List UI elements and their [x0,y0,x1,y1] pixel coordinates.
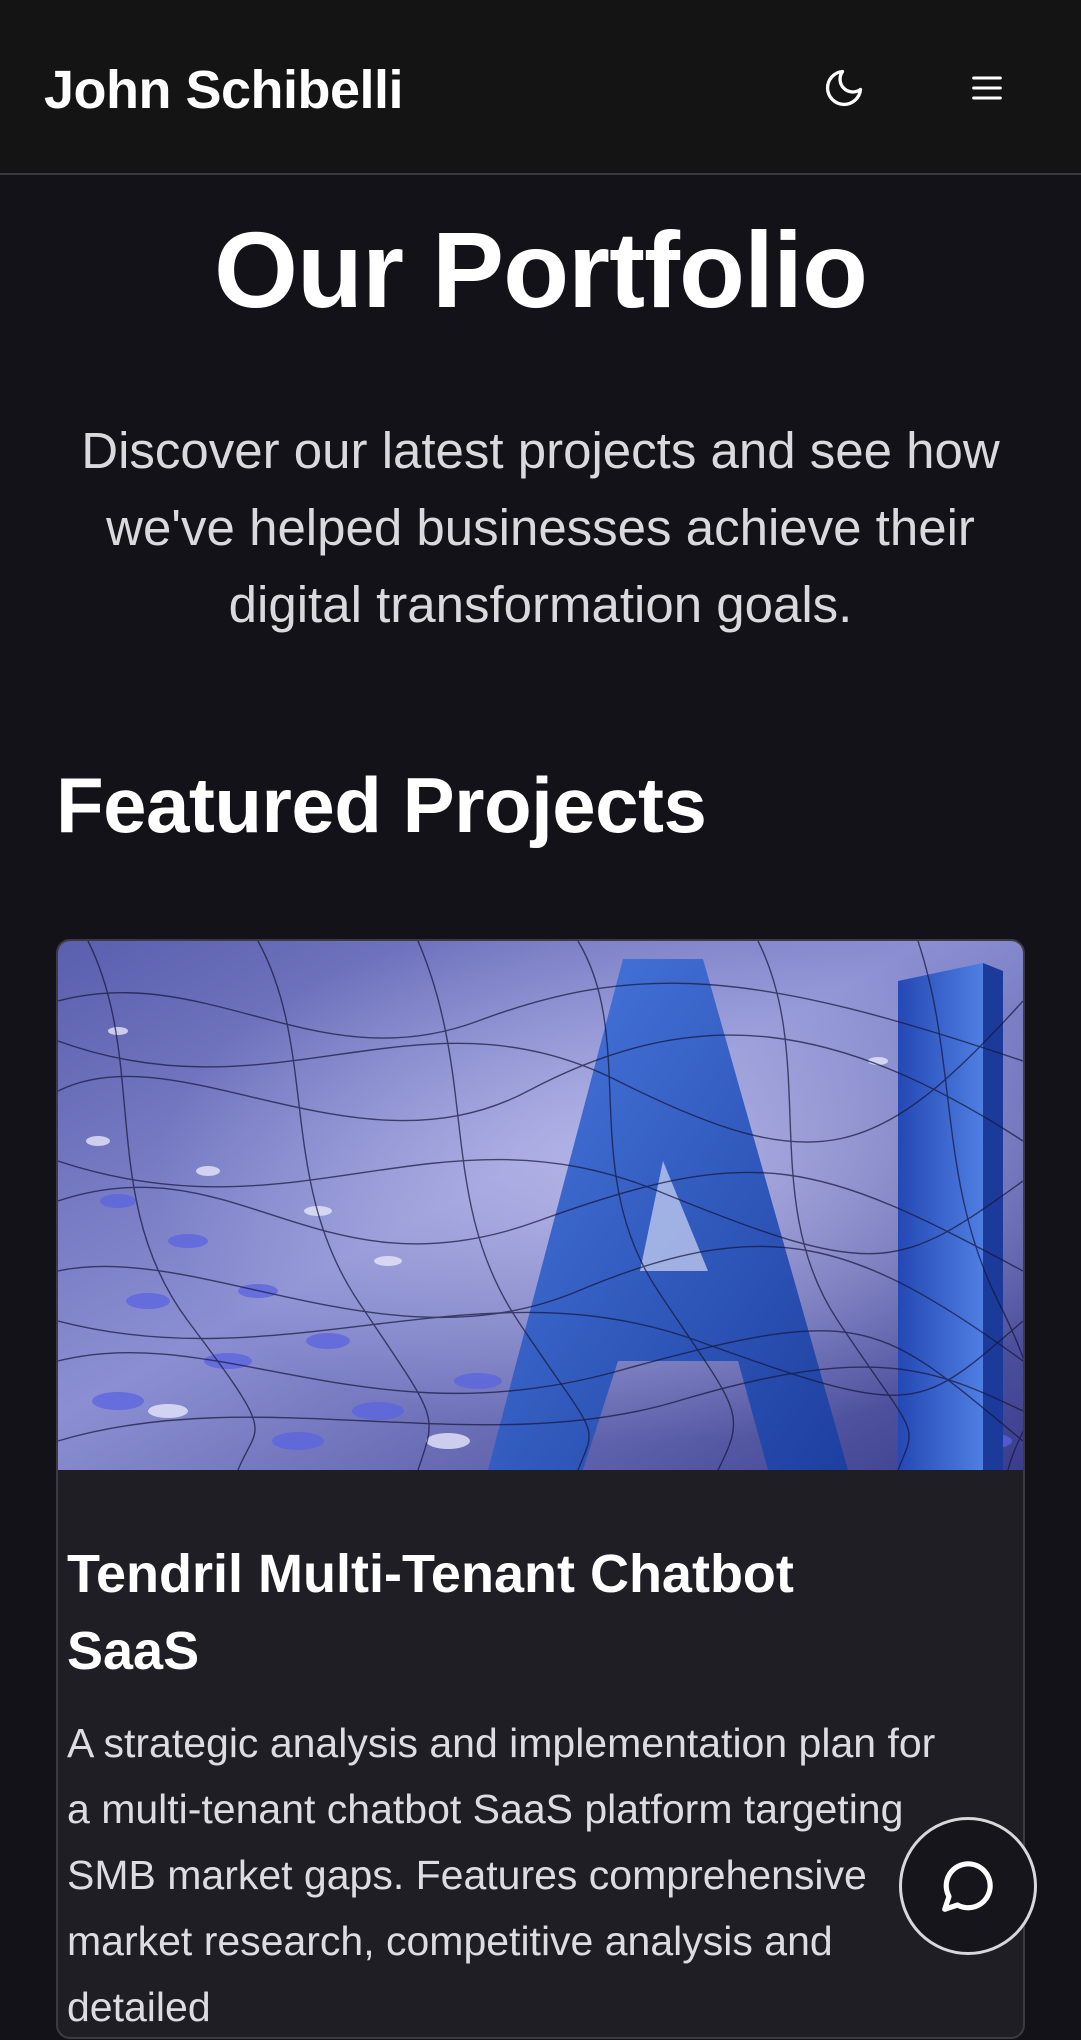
site-header: John Schibelli [0,0,1081,175]
hamburger-menu-icon [972,76,1002,100]
project-description: A strategic analysis and implementation … [67,1720,936,2030]
page-subtitle: Discover our latest projects and see how… [81,422,1000,633]
project-image[interactable] [58,941,1023,1470]
menu-button[interactable] [951,52,1023,124]
project-title[interactable]: Tendril Multi-Tenant Chatbot SaaS [67,1536,927,1690]
chat-widget-button[interactable] [899,1817,1037,1955]
theme-toggle-button[interactable] [808,52,880,124]
featured-projects-heading: Featured Projects [56,761,707,849]
page-title: Our Portfolio [214,209,868,330]
brand-logo-link[interactable]: John Schibelli [44,58,404,122]
moon-icon [825,69,863,107]
chat-bubble-icon [942,1861,993,1912]
